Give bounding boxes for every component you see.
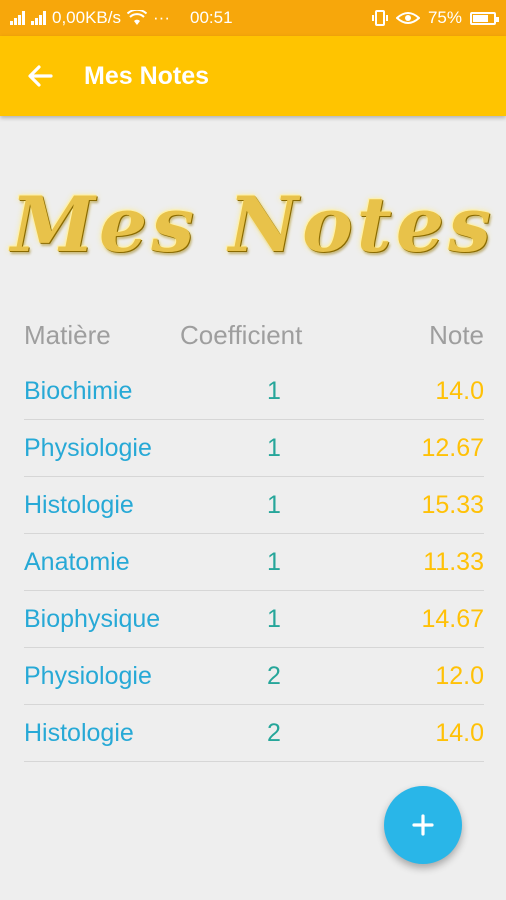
table-row[interactable]: Histologie 2 14.0: [24, 705, 484, 762]
note-cell: 14.0: [435, 376, 484, 405]
subject-cell: Physiologie: [24, 433, 152, 462]
table-row[interactable]: Physiologie 1 12.67: [24, 420, 484, 477]
status-time: 00:51: [189, 8, 233, 27]
grades-table: Matière Coefficient Note Biochimie 1 14.…: [24, 308, 484, 762]
coefficient-cell: 2: [267, 661, 281, 690]
subject-cell: Biochimie: [24, 376, 133, 405]
back-button[interactable]: [26, 62, 54, 90]
add-note-button[interactable]: [384, 786, 462, 864]
coefficient-cell: 1: [267, 433, 281, 462]
coefficient-cell: 1: [267, 490, 281, 519]
table-row[interactable]: Biochimie 1 14.0: [24, 363, 484, 420]
table-header: Matière Coefficient Note: [24, 308, 484, 363]
subject-cell: Histologie: [24, 718, 134, 747]
header-matiere: Matière: [24, 320, 111, 350]
table-row[interactable]: Anatomie 1 11.33: [24, 534, 484, 591]
network-speed: 0,00KB/s: [52, 8, 121, 27]
battery-percent: 75%: [427, 8, 462, 27]
signal-icon-2: [31, 11, 46, 25]
note-cell: 14.0: [435, 718, 484, 747]
app-title: Mes Notes: [84, 61, 210, 90]
wifi-icon: [127, 10, 147, 25]
subject-cell: Anatomie: [24, 547, 130, 576]
app-bar: Mes Notes: [0, 36, 506, 116]
subject-cell: Histologie: [24, 490, 134, 519]
note-cell: 15.33: [421, 490, 484, 519]
coefficient-cell: 2: [267, 718, 281, 747]
subject-cell: Physiologie: [24, 661, 152, 690]
note-cell: 14.67: [421, 604, 484, 633]
plus-icon: [412, 814, 434, 836]
coefficient-cell: 1: [267, 376, 281, 405]
arrow-back-icon: [28, 65, 53, 87]
coefficient-cell: 1: [267, 547, 281, 576]
table-row[interactable]: Biophysique 1 14.67: [24, 591, 484, 648]
table-row[interactable]: Histologie 1 15.33: [24, 477, 484, 534]
header-coefficient: Coefficient: [180, 320, 303, 350]
eye-icon: [395, 12, 420, 24]
banner-logo: Mes Notes: [10, 180, 496, 269]
status-bar: 0,00KB/s ··· 00:51 75%: [0, 0, 506, 36]
coefficient-cell: 1: [267, 604, 281, 633]
battery-icon: [470, 11, 499, 25]
vibrate-icon: [371, 10, 388, 26]
note-cell: 12.67: [421, 433, 484, 462]
signal-icon: [10, 11, 25, 25]
table-row[interactable]: Physiologie 2 12.0: [24, 648, 484, 705]
subject-cell: Biophysique: [24, 604, 161, 633]
more-dots: ···: [153, 8, 170, 27]
note-cell: 12.0: [435, 661, 484, 690]
note-cell: 11.33: [423, 547, 484, 576]
header-note: Note: [429, 320, 484, 350]
